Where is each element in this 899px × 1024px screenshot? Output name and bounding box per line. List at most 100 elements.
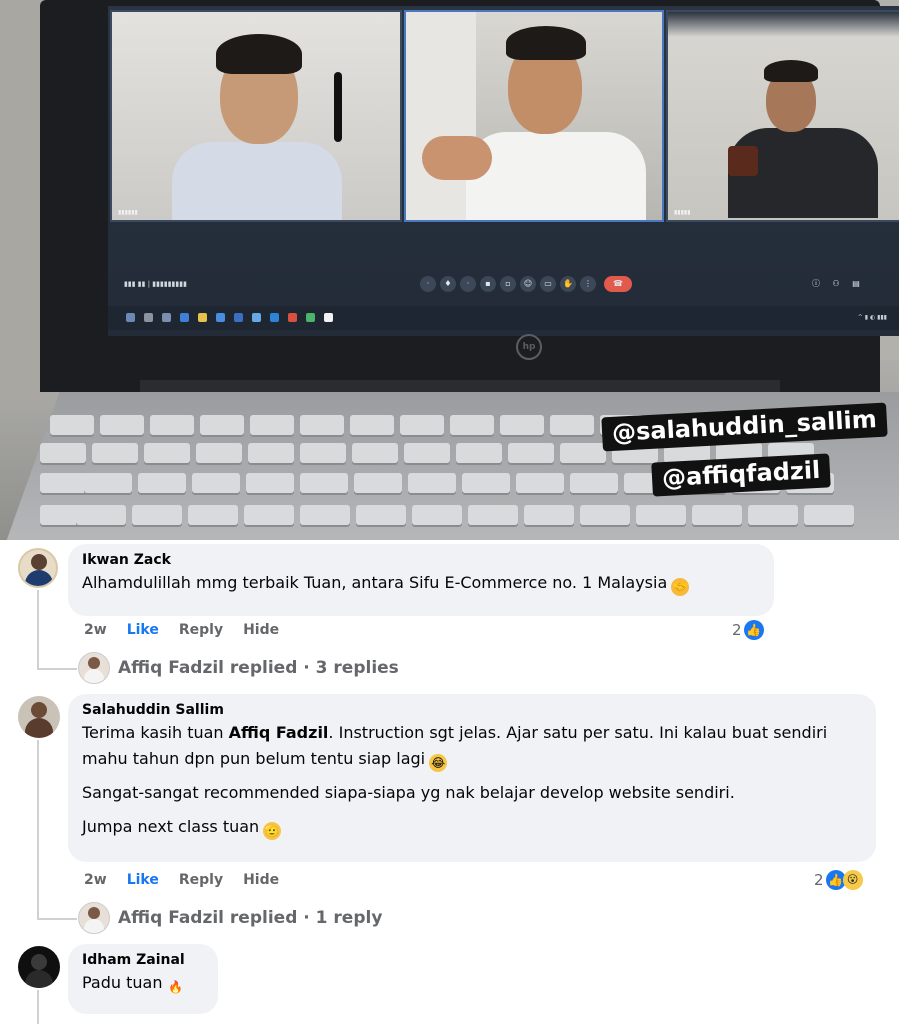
caption-icon: ·	[420, 276, 436, 292]
thread-connector	[37, 668, 77, 670]
comment-author[interactable]: Ikwan Zack	[82, 552, 760, 568]
windows-icon	[126, 313, 135, 322]
avatar[interactable]	[18, 696, 60, 738]
thread-connector	[37, 590, 39, 670]
person-torso	[466, 132, 646, 220]
salute-emoji-icon: 🫡	[263, 822, 282, 840]
avatar	[78, 652, 110, 684]
app-icon	[270, 313, 279, 322]
search-icon	[144, 313, 153, 322]
keyboard-key	[560, 443, 606, 463]
hand-icon: ✋	[560, 276, 576, 292]
keyboard-key	[300, 443, 346, 463]
keyboard-key	[250, 415, 294, 435]
keyboard-key	[354, 473, 402, 493]
app-icon	[288, 313, 297, 322]
comment-text: Terima kasih tuan Affiq Fadzil. Instruct…	[82, 723, 828, 772]
comment-time[interactable]: 2w	[84, 622, 107, 638]
like-button[interactable]: Like	[127, 622, 159, 638]
keyboard-key	[244, 505, 294, 525]
keyboard-key	[248, 443, 294, 463]
video-tile-2	[404, 10, 664, 222]
comment-text: Alhamdulillah mmg terbaik Tuan, antara S…	[82, 573, 690, 596]
tile-caption: ▮▮▮▮▮▮	[118, 209, 138, 216]
keyboard-key	[188, 505, 238, 525]
keyboard-key	[404, 443, 450, 463]
keyboard-key	[84, 473, 132, 493]
keyboard-key	[92, 443, 138, 463]
view-replies[interactable]: Affiq Fadzil replied · 3 replies	[78, 652, 399, 684]
comment-actions: 2w Like Reply Hide	[84, 872, 299, 888]
keyboard-key	[450, 415, 494, 435]
comment-bubble: Salahuddin Sallim Terima kasih tuan Affi…	[68, 694, 876, 862]
keyboard-key	[150, 415, 194, 435]
keyboard-key	[352, 443, 398, 463]
app-icon	[324, 313, 333, 322]
handshake-emoji-icon: 🤝	[671, 578, 690, 596]
keyboard-key	[462, 473, 510, 493]
comment-author[interactable]: Idham Zainal	[82, 952, 204, 968]
person-hair	[764, 60, 818, 82]
video-tile-1: ▮▮▮▮▮▮	[110, 10, 402, 222]
chrome-icon	[306, 313, 315, 322]
system-tray: ^ ▮ ◐ ▮▮▮	[857, 314, 887, 321]
wow-reaction-icon: 😮	[842, 870, 863, 890]
keyboard-key	[138, 473, 186, 493]
keyboard-key	[468, 505, 518, 525]
comment-text: Sangat-sangat recommended siapa-siapa yg…	[82, 783, 735, 802]
laptop-screen: ▮▮▮▮▮▮ ▮▮▮▮▮ ▮▮▮ ▮▮ | ▮▮▮▮▮▮▮▮▮ · ♦ · ▪ …	[108, 6, 899, 336]
hide-button[interactable]: Hide	[243, 622, 279, 638]
keyboard-key	[132, 505, 182, 525]
keyboard-key	[748, 505, 798, 525]
mention-link[interactable]: Affiq Fadzil	[229, 723, 329, 742]
people-icon: ⚇	[832, 279, 840, 288]
meeting-controls-bar: ▮▮▮ ▮▮ | ▮▮▮▮▮▮▮▮▮ · ♦ · ▪ ▫ ☺ ▭ ✋ ⋮ ☎ ⓘ…	[108, 272, 899, 296]
view-replies[interactable]: Affiq Fadzil replied · 1 reply	[78, 902, 382, 934]
keyboard-key	[456, 443, 502, 463]
reaction-count: 2	[814, 871, 824, 889]
comment-time[interactable]: 2w	[84, 872, 107, 888]
meeting-time: ▮▮▮ ▮▮ | ▮▮▮▮▮▮▮▮▮	[124, 280, 187, 288]
avatar[interactable]	[18, 946, 60, 988]
keyboard-key	[200, 415, 244, 435]
fire-emoji-icon: 🔥	[168, 980, 183, 994]
keyboard-key	[516, 473, 564, 493]
avatar	[78, 902, 110, 934]
tile-caption: ▮▮▮▮▮	[674, 209, 691, 216]
reply-button[interactable]: Reply	[179, 622, 223, 638]
camera-icon: ▪	[480, 276, 496, 292]
reaction-summary[interactable]: 2 👍	[732, 620, 764, 640]
keyboard-key	[500, 415, 544, 435]
person-hair	[506, 26, 586, 60]
comment-bubble: Ikwan Zack Alhamdulillah mmg terbaik Tua…	[68, 544, 774, 616]
reply-button[interactable]: Reply	[179, 872, 223, 888]
comment-bubble: Idham Zainal Padu tuan 🔥	[68, 944, 218, 1014]
thread-connector	[37, 740, 39, 920]
hide-button[interactable]: Hide	[243, 872, 279, 888]
replies-count: · 3 replies	[303, 658, 399, 678]
options-icon: ⋮	[580, 276, 596, 292]
person-hair	[216, 34, 302, 74]
like-reaction-icon: 👍	[743, 620, 764, 640]
avatar[interactable]	[18, 548, 58, 588]
keyboard-key	[636, 505, 686, 525]
comment-actions: 2w Like Reply Hide	[84, 622, 299, 638]
person-torso	[172, 142, 342, 220]
post-photo[interactable]: ▮▮▮▮▮▮ ▮▮▮▮▮ ▮▮▮ ▮▮ | ▮▮▮▮▮▮▮▮▮ · ♦ · ▪ …	[0, 0, 899, 540]
thread-connector	[37, 918, 77, 920]
present-icon: ▫	[500, 276, 516, 292]
keyboard-key	[246, 473, 294, 493]
keyboard-key	[400, 415, 444, 435]
keyboard-key	[412, 505, 462, 525]
replies-author: Affiq Fadzil replied	[118, 658, 298, 678]
end-call-icon: ☎	[604, 276, 632, 292]
mail-icon	[234, 313, 243, 322]
keyboard-key	[356, 505, 406, 525]
keyboard-key	[50, 415, 94, 435]
thread-connector	[37, 990, 39, 1024]
app-icon	[252, 313, 261, 322]
like-button[interactable]: Like	[127, 872, 159, 888]
reaction-summary[interactable]: 2 👍 😮	[814, 870, 863, 890]
comment-author[interactable]: Salahuddin Sallim	[82, 702, 862, 718]
hp-logo: hp	[516, 334, 542, 360]
